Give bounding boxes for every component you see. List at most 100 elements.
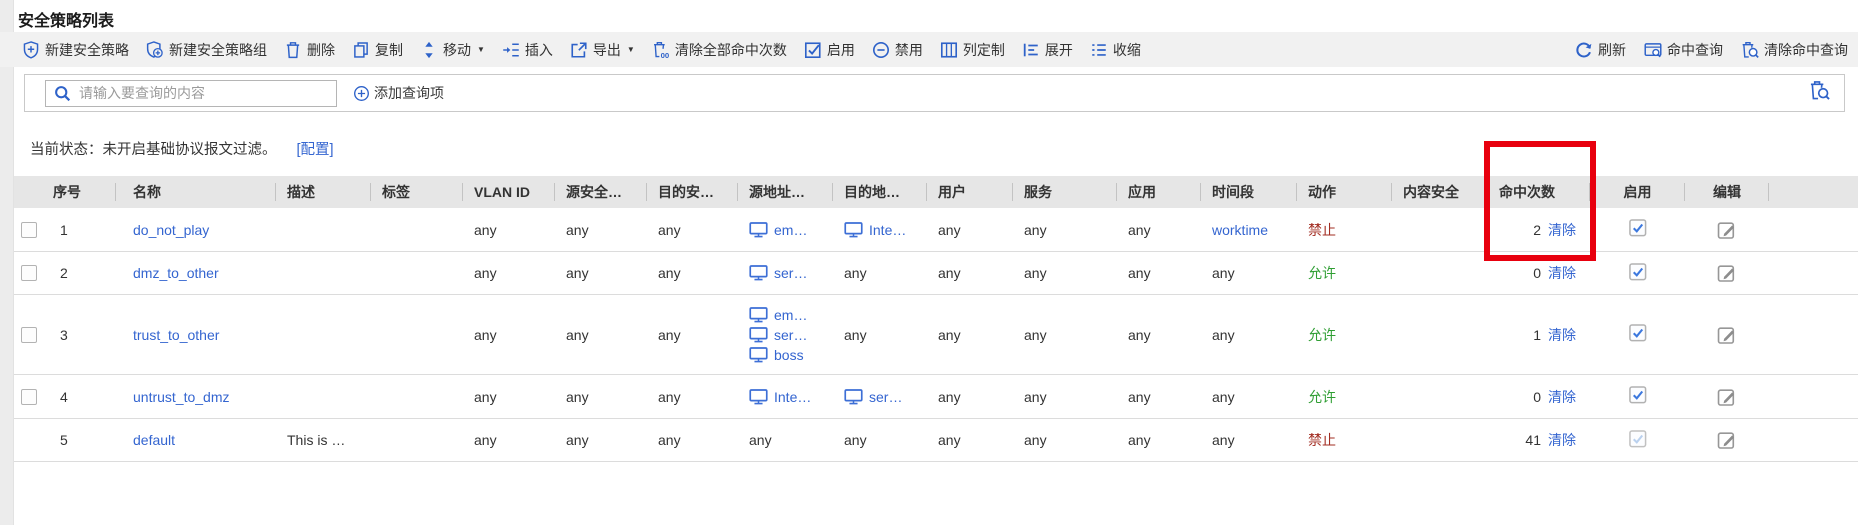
- new-policy-group-button[interactable]: 新建安全策略组: [146, 40, 267, 60]
- src-address-link[interactable]: Inte…: [749, 389, 811, 405]
- refresh-button[interactable]: 刷新: [1575, 40, 1626, 60]
- checkbox-checked-icon: [1629, 430, 1647, 448]
- cell-tag: [371, 295, 463, 374]
- src-address-link[interactable]: em…: [749, 307, 807, 323]
- cell-tag: [371, 208, 463, 251]
- clear-hits-link[interactable]: 清除: [1548, 263, 1576, 283]
- host-icon: [749, 222, 768, 238]
- row-select-checkbox[interactable]: [21, 389, 37, 405]
- address-label: ser…: [774, 327, 807, 343]
- dst-address-link[interactable]: Inte…: [844, 222, 906, 238]
- search-input[interactable]: [71, 82, 336, 105]
- button-label: 删除: [307, 40, 335, 60]
- column-customize-button[interactable]: 列定制: [940, 40, 1005, 60]
- enable-button[interactable]: 启用: [804, 40, 855, 60]
- dst-address-link[interactable]: ser…: [844, 389, 902, 405]
- address-label: Inte…: [869, 222, 906, 238]
- cell-dst-zone: any: [647, 295, 738, 374]
- edit-icon[interactable]: [1717, 387, 1737, 407]
- hit-query-button[interactable]: 命中查询: [1644, 40, 1723, 60]
- disable-button[interactable]: 禁用: [872, 40, 923, 60]
- expand-button[interactable]: 展开: [1022, 40, 1073, 60]
- status-text: 未开启基础协议报文过滤。: [103, 138, 277, 159]
- src-address-link[interactable]: ser…: [749, 265, 807, 281]
- cell-description: [276, 295, 371, 374]
- clear-hits-link[interactable]: 清除: [1548, 387, 1576, 407]
- edit-icon[interactable]: [1717, 220, 1737, 240]
- delete-button[interactable]: 删除: [284, 40, 335, 60]
- cell-action: 允许: [1297, 252, 1392, 294]
- move-button[interactable]: 移动▼: [420, 40, 485, 60]
- cell-action: 禁止: [1297, 208, 1392, 251]
- table-row: 1 do_not_play any any any em… Inte… any …: [14, 208, 1858, 252]
- cell-application: any: [1117, 252, 1201, 294]
- cell-src-zone: any: [555, 252, 647, 294]
- enabled-checkbox[interactable]: [1629, 324, 1647, 345]
- checkbox-checked-icon: [1629, 263, 1647, 281]
- cell-tag: [371, 419, 463, 461]
- cell-dst-zone: any: [647, 208, 738, 251]
- src-address-link[interactable]: ser…: [749, 327, 807, 343]
- cell-description: [276, 375, 371, 418]
- policy-name-link[interactable]: trust_to_other: [133, 327, 219, 343]
- enabled-checkbox[interactable]: [1629, 263, 1647, 284]
- header-user: 用户: [927, 176, 1013, 208]
- cell-description: This is …: [276, 419, 371, 461]
- policy-name-link[interactable]: untrust_to_dmz: [133, 389, 230, 405]
- edit-icon[interactable]: [1717, 263, 1737, 283]
- cell-src-zone: any: [555, 375, 647, 418]
- enabled-checkbox[interactable]: [1629, 219, 1647, 240]
- cell-vlan: any: [463, 375, 555, 418]
- src-address-link[interactable]: boss: [749, 347, 804, 363]
- new-policy-button[interactable]: 新建安全策略: [22, 40, 129, 60]
- clear-hits-link[interactable]: 清除: [1548, 325, 1576, 345]
- src-address-link[interactable]: em…: [749, 222, 807, 238]
- row-select-checkbox[interactable]: [21, 327, 37, 343]
- row-select-checkbox[interactable]: [21, 222, 37, 238]
- copy-button[interactable]: 复制: [352, 40, 403, 60]
- insert-button[interactable]: 插入: [502, 40, 553, 60]
- time-range-link[interactable]: worktime: [1212, 222, 1268, 238]
- header-dst-zone: 目的安…: [647, 176, 738, 208]
- cell-application: any: [1117, 295, 1201, 374]
- cell-user: any: [927, 295, 1013, 374]
- clear-hits-link[interactable]: 清除: [1548, 430, 1576, 450]
- toolbar: 新建安全策略 新建安全策略组 删除 复制 移动▼ 插入 导出▼ 00 清除全部命…: [0, 32, 1858, 67]
- cell-dst-address: any: [833, 252, 927, 294]
- table-row: 4 untrust_to_dmz any any any Inte… ser… …: [14, 375, 1858, 419]
- clear-all-hits-button[interactable]: 00 清除全部命中次数: [652, 40, 787, 60]
- collapse-button[interactable]: 收缩: [1090, 40, 1141, 60]
- header-select: [14, 176, 44, 208]
- row-select-checkbox[interactable]: [21, 265, 37, 281]
- configure-link[interactable]: [配置]: [297, 138, 334, 159]
- host-icon: [749, 307, 768, 323]
- policy-name-link[interactable]: do_not_play: [133, 222, 209, 238]
- cell-user: any: [927, 208, 1013, 251]
- edit-icon[interactable]: [1717, 325, 1737, 345]
- cell-description: [276, 252, 371, 294]
- policy-table: 序号 名称 描述 标签 VLAN ID 源安全… 目的安… 源地址… 目的地… …: [14, 176, 1858, 462]
- hit-count: 41: [1525, 432, 1541, 448]
- button-label: 移动: [443, 40, 471, 60]
- header-service: 服务: [1013, 176, 1117, 208]
- edit-icon[interactable]: [1717, 430, 1737, 450]
- address-label: boss: [774, 347, 804, 363]
- add-query-item-button[interactable]: 添加查询项: [353, 83, 444, 103]
- policy-name-link[interactable]: default: [133, 432, 175, 448]
- header-src-zone: 源安全…: [555, 176, 647, 208]
- cell-content-security: [1392, 419, 1488, 461]
- export-button[interactable]: 导出▼: [570, 40, 635, 60]
- address-label: ser…: [774, 265, 807, 281]
- cell-user: any: [927, 375, 1013, 418]
- button-label: 清除命中查询: [1764, 40, 1848, 60]
- enabled-checkbox[interactable]: [1629, 386, 1647, 407]
- cell-vlan: any: [463, 295, 555, 374]
- clear-search-query-button[interactable]: [1809, 80, 1830, 106]
- clear-hits-link[interactable]: 清除: [1548, 220, 1576, 240]
- policy-name-link[interactable]: dmz_to_other: [133, 265, 219, 281]
- cell-service: any: [1013, 295, 1117, 374]
- cell-service: any: [1013, 208, 1117, 251]
- hit-count: 0: [1533, 389, 1541, 405]
- cell-action: 禁止: [1297, 419, 1392, 461]
- clear-hit-query-button[interactable]: 清除命中查询: [1741, 40, 1848, 60]
